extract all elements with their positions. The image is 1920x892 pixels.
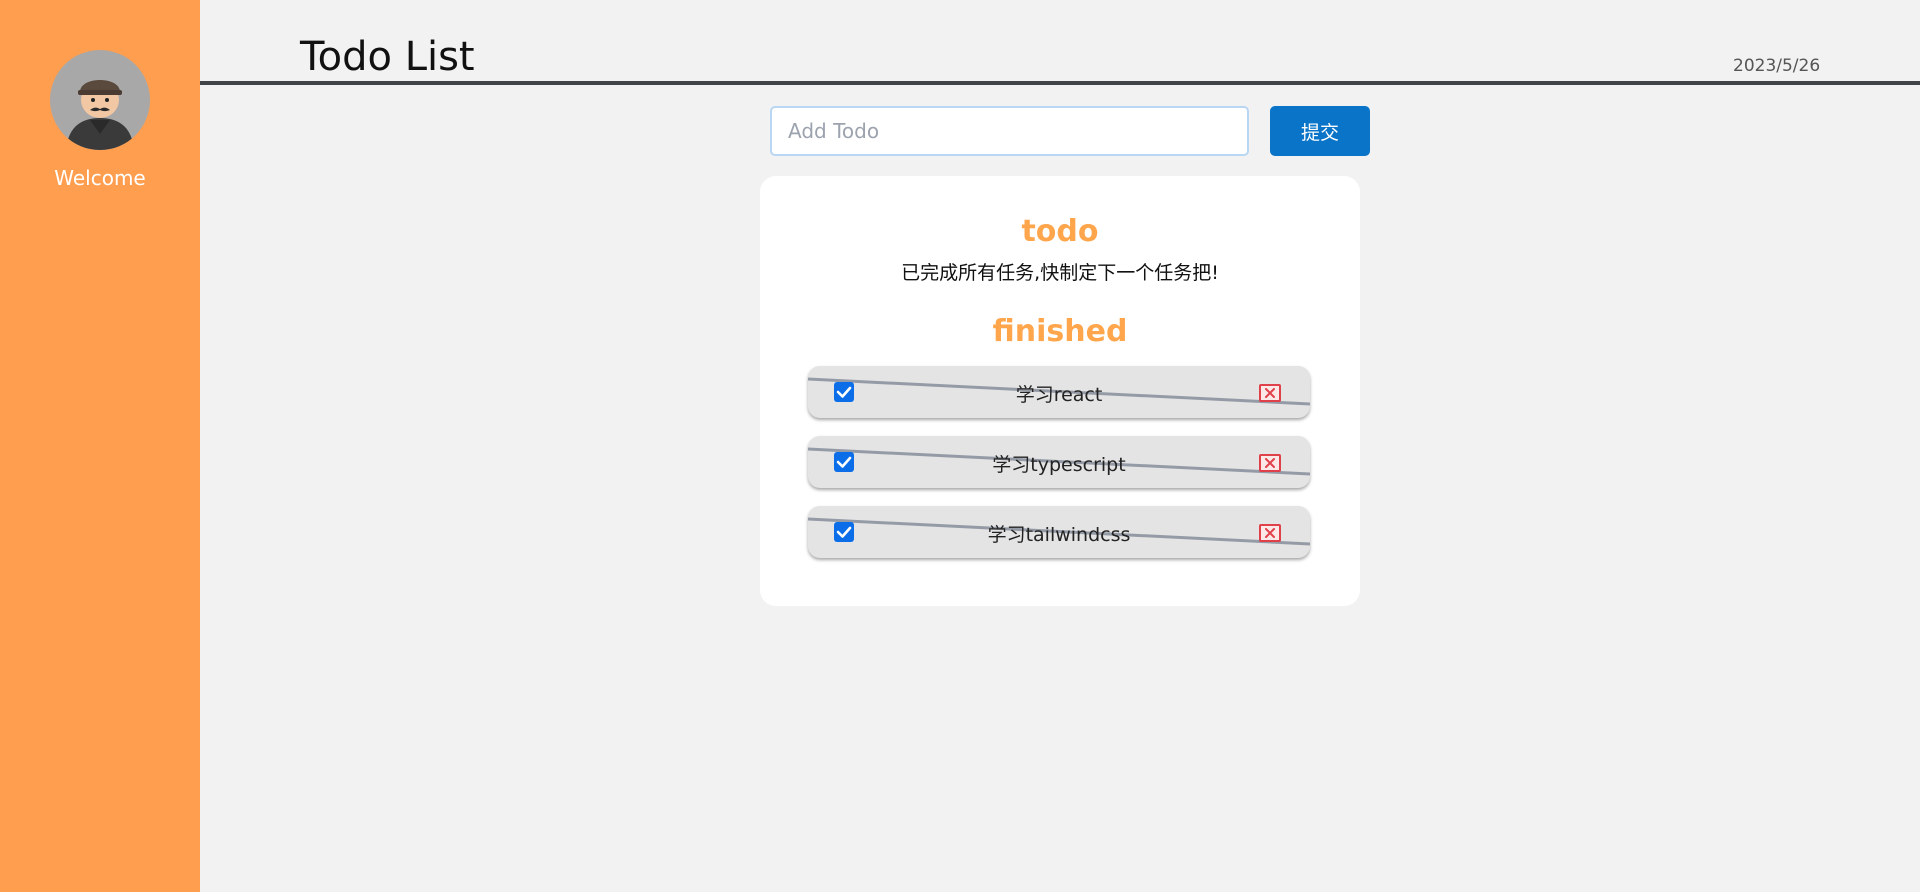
user-avatar-icon[interactable]: [50, 50, 150, 150]
item-label: 学习tailwindcss: [987, 524, 1131, 546]
todo-heading: todo: [1021, 214, 1099, 249]
finished-item: 学习tailwindcss: [808, 506, 1310, 558]
finished-heading: finished: [992, 314, 1128, 349]
close-icon: [1265, 528, 1275, 538]
todo-card: todo 已完成所有任务,快制定下一个任务把! finished 学习react: [760, 176, 1360, 606]
item-label: 学习typescript: [992, 454, 1126, 476]
submit-button[interactable]: 提交: [1270, 106, 1370, 156]
finished-item: 学习typescript: [808, 436, 1310, 488]
page-title: Todo List: [300, 34, 475, 80]
close-icon: [1265, 458, 1275, 468]
header-divider: [200, 81, 1920, 85]
empty-todo-message: 已完成所有任务,快制定下一个任务把!: [901, 262, 1219, 284]
delete-button[interactable]: [1259, 384, 1281, 402]
delete-button[interactable]: [1259, 524, 1281, 542]
sidebar: Welcome: [0, 0, 200, 892]
item-label: 学习react: [1015, 384, 1103, 406]
welcome-label: Welcome: [54, 166, 146, 190]
add-todo-input[interactable]: [770, 106, 1249, 156]
delete-button[interactable]: [1259, 454, 1281, 472]
close-icon: [1265, 388, 1275, 398]
header-date: 2023/5/26: [1733, 56, 1821, 76]
finished-item: 学习react: [808, 366, 1310, 418]
